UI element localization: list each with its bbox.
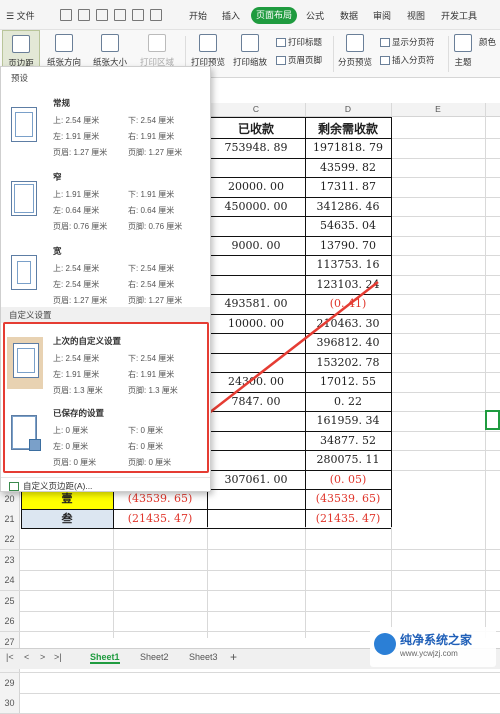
page-thumbnail-icon: [11, 255, 37, 290]
custom-settings-highlight: [3, 322, 209, 473]
page-thumbnail-icon: [11, 181, 37, 216]
row-header[interactable]: 29: [0, 672, 20, 693]
watermark-logo: 纯净系统之家 www.ycwjzj.com: [370, 627, 496, 667]
row-line: [0, 672, 500, 673]
custom-margins-icon: [9, 482, 19, 492]
row-line: [0, 692, 500, 694]
row-header[interactable]: 30: [0, 693, 20, 713]
next-sheet-icon[interactable]: >: [40, 652, 45, 662]
tab-sheet2[interactable]: Sheet2: [140, 652, 169, 662]
logo-icon: [374, 633, 396, 655]
prev-sheet-icon[interactable]: <: [24, 652, 29, 662]
watermark-url: www.ycwjzj.com: [400, 649, 458, 658]
custom-margins-item[interactable]: 自定义页边距(A)...: [9, 480, 92, 492]
first-sheet-icon[interactable]: |<: [6, 652, 14, 662]
last-sheet-icon[interactable]: >|: [54, 652, 62, 662]
watermark-title: 纯净系统之家: [400, 633, 473, 647]
add-sheet-button[interactable]: +: [230, 650, 237, 664]
preset-narrow[interactable]: 窄 上: 1.91 厘米 下: 1.91 厘米 左: 0.64 厘米 右: 0.…: [1, 161, 210, 241]
divider: [1, 477, 210, 478]
preset-normal[interactable]: 常规 上: 2.54 厘米 下: 2.54 厘米 左: 1.91 厘米 右: 1…: [1, 87, 210, 167]
tab-sheet3[interactable]: Sheet3: [189, 652, 218, 662]
page-thumbnail-icon: [11, 107, 37, 142]
tab-sheet1[interactable]: Sheet1: [90, 652, 120, 664]
custom-section-title: 自定义设置: [1, 307, 210, 323]
preset-wide[interactable]: 宽 上: 2.54 厘米 下: 2.54 厘米 左: 2.54 厘米 右: 2.…: [1, 235, 210, 315]
preset-section-title: 预设: [11, 73, 29, 83]
